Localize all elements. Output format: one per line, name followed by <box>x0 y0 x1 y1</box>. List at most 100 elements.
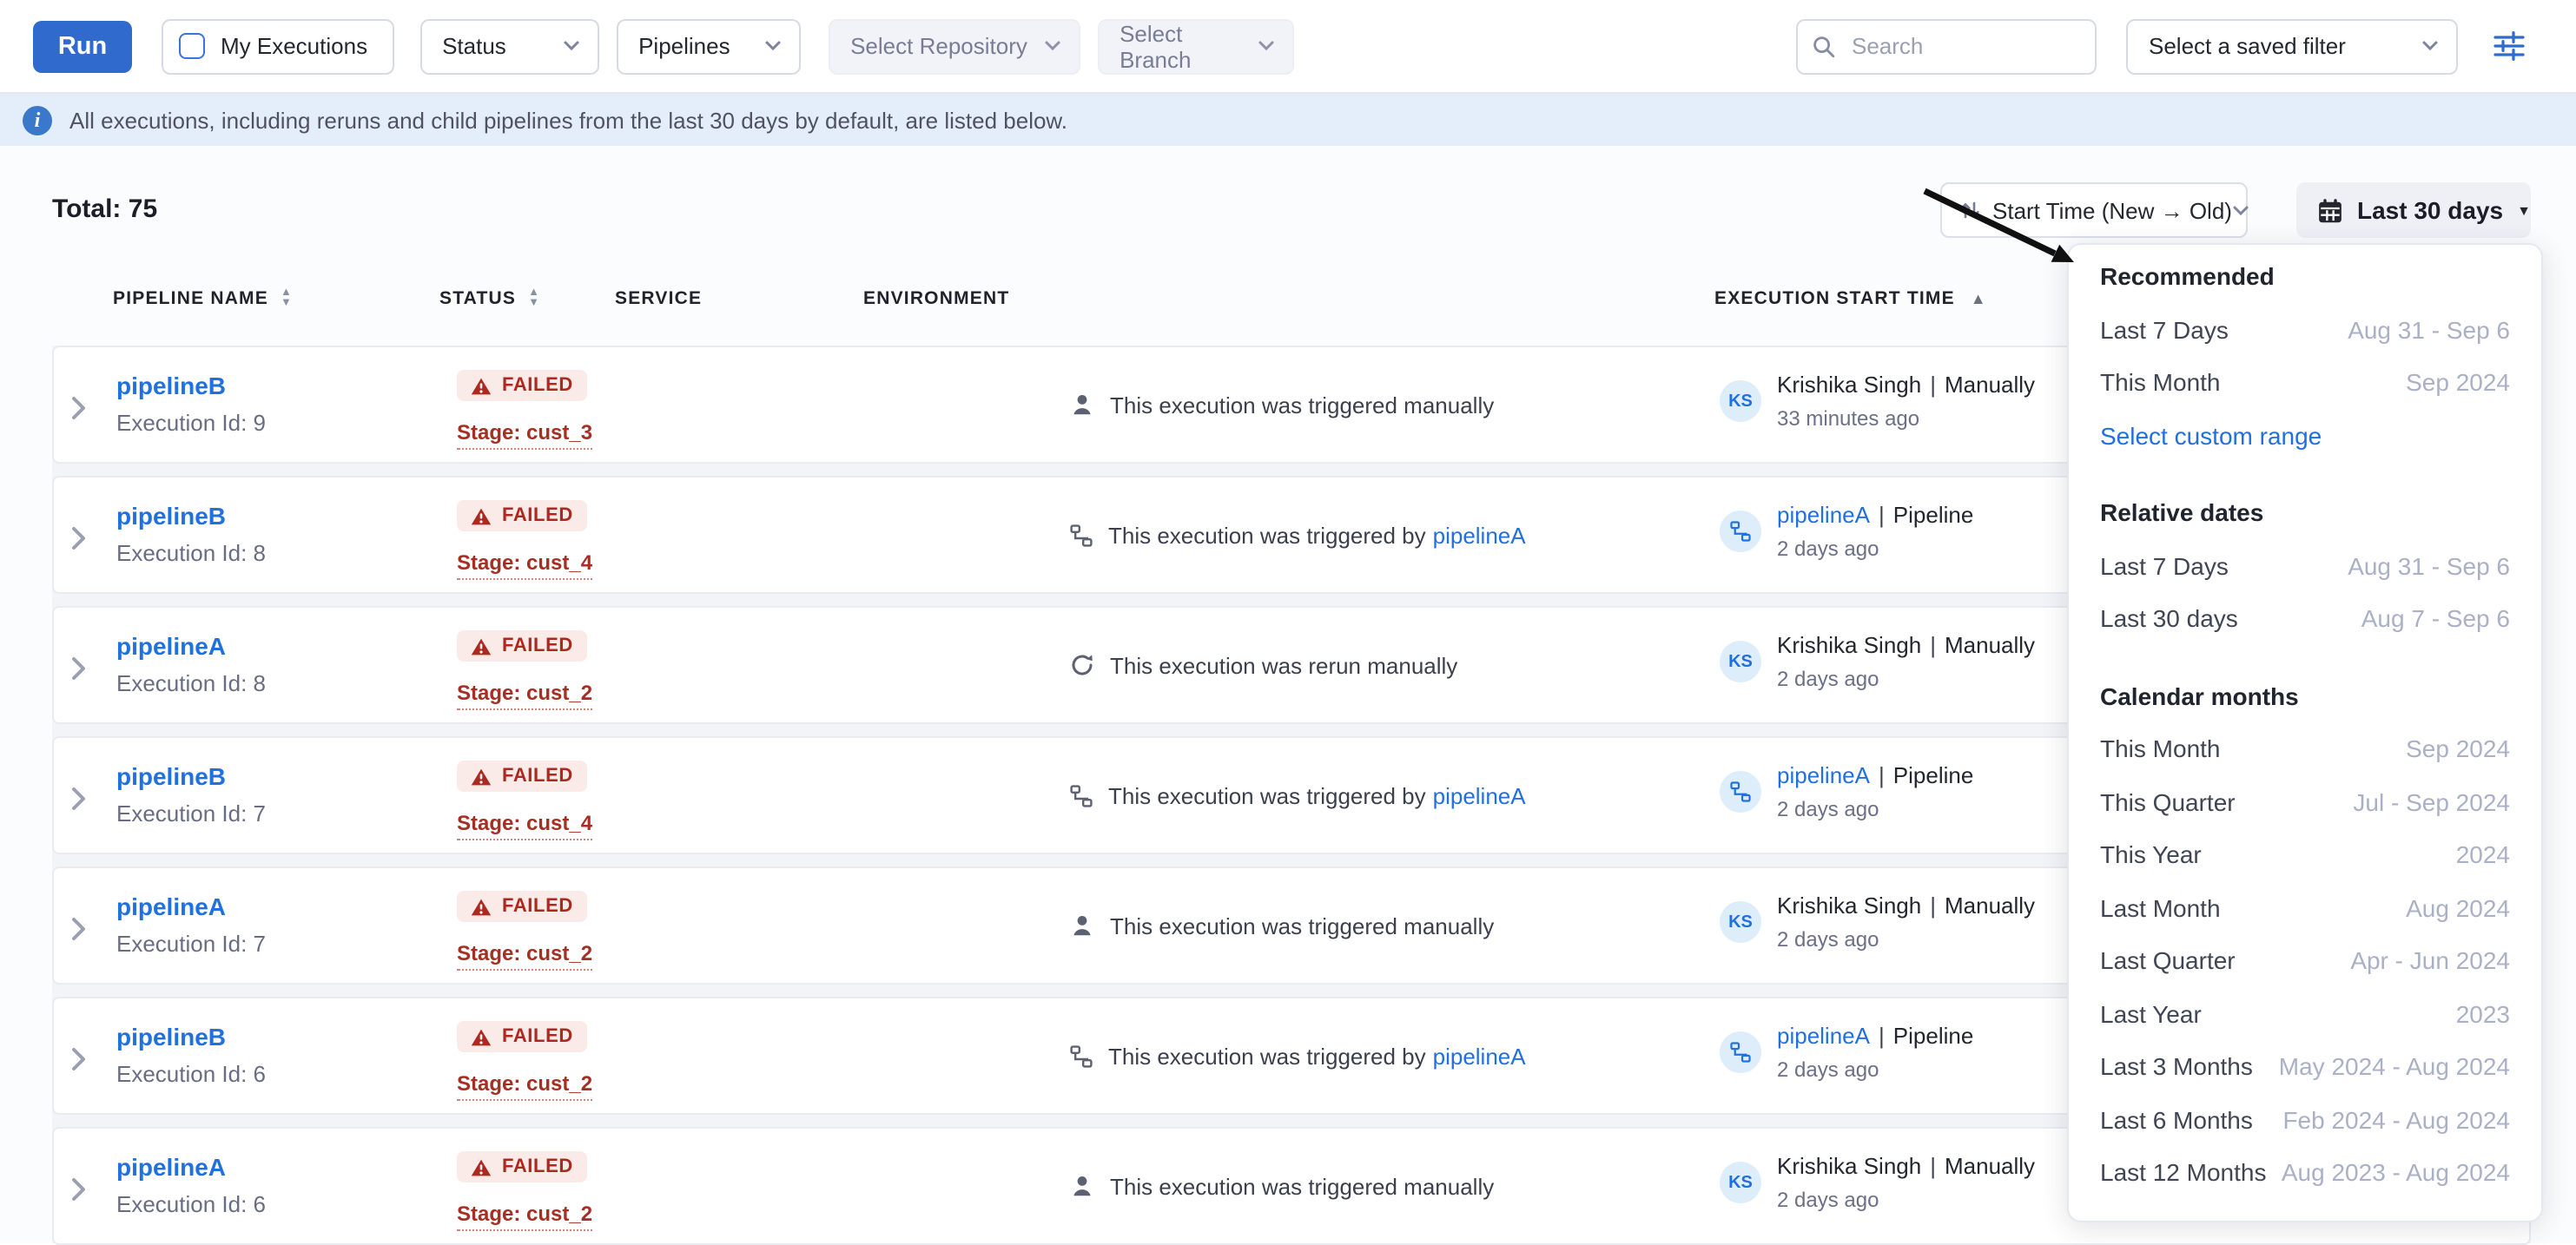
starter-info: KSKrishika Singh|Manually2 days ago <box>1720 889 2035 955</box>
trigger-type: Pipeline <box>1893 502 1974 528</box>
date-menu-section-title: Recommended <box>2100 250 2510 303</box>
starter-info: pipelineA|Pipeline2 days ago <box>1720 498 1973 564</box>
info-icon: i <box>23 105 52 135</box>
trigger-info: This execution was triggered bypipelineA <box>1070 998 1526 1113</box>
separator: | <box>1879 762 1885 788</box>
failed-stage-link[interactable]: Stage: cust_2 <box>457 1070 592 1100</box>
pipeline-name-link[interactable]: pipelineB <box>116 498 266 533</box>
date-range-option[interactable]: Last 12 MonthsAug 2023 - Aug 2024 <box>2100 1146 2510 1199</box>
date-option-range: Jul - Sep 2024 <box>2353 788 2510 816</box>
failed-stage-link[interactable]: Stage: cust_4 <box>457 550 592 579</box>
date-range-option[interactable]: Last 7 DaysAug 31 - Sep 6 <box>2100 303 2510 356</box>
date-range-option[interactable]: This Year2024 <box>2100 828 2510 881</box>
date-range-option[interactable]: Last MonthAug 2024 <box>2100 881 2510 934</box>
date-option-label: This Month <box>2100 735 2221 763</box>
my-executions-toggle[interactable]: My Executions <box>162 18 393 74</box>
sort-asc-icon: ▲ <box>1971 291 1987 306</box>
status-filter-dropdown[interactable]: Status <box>419 18 598 74</box>
failed-stage-link[interactable]: Stage: cust_2 <box>457 1201 592 1230</box>
expand-chevron-icon[interactable] <box>71 917 87 941</box>
select-branch-dropdown[interactable]: Select Branch <box>1097 18 1293 74</box>
pipeline-name-link[interactable]: pipelineB <box>116 759 266 794</box>
date-option-range: Aug 2023 - Aug 2024 <box>2282 1159 2510 1187</box>
date-range-option[interactable]: Last QuarterApr - Jun 2024 <box>2100 934 2510 987</box>
expand-chevron-icon[interactable] <box>71 1177 87 1202</box>
starter-pipeline-link[interactable]: pipelineA <box>1777 1023 1870 1049</box>
saved-filter-dropdown[interactable]: Select a saved filter <box>2126 18 2458 74</box>
pipeline-icon <box>1070 524 1093 546</box>
expand-chevron-icon[interactable] <box>71 396 87 420</box>
col-execution-start-time[interactable]: EXECUTION START TIME▲ <box>1714 288 1987 309</box>
pipeline-name-link[interactable]: pipelineA <box>116 629 266 663</box>
pipeline-name-link[interactable]: pipelineB <box>116 1019 266 1054</box>
date-menu-section-title: Calendar months <box>2100 669 2510 722</box>
search-box[interactable] <box>1796 18 2097 74</box>
date-option-range: Apr - Jun 2024 <box>2350 947 2510 975</box>
date-range-option[interactable]: This Quarter Jul - Sep 2024 <box>2100 775 2510 828</box>
date-range-button[interactable]: Last 30 days ▼ <box>2296 182 2531 238</box>
expand-chevron-icon[interactable] <box>71 656 87 681</box>
pipeline-avatar-icon <box>1720 1031 1761 1073</box>
date-option-label: Last Year <box>2100 1000 2202 1028</box>
trigger-pipeline-link[interactable]: pipelineA <box>1433 522 1526 548</box>
my-executions-checkbox[interactable] <box>179 33 205 59</box>
status-badge: FAILED <box>457 630 587 662</box>
date-range-option[interactable]: This MonthSep 2024 <box>2100 356 2510 409</box>
chevron-down-icon <box>562 40 579 52</box>
date-range-option[interactable]: Last 30 daysAug 7 - Sep 6 <box>2100 592 2510 645</box>
date-range-option[interactable]: Last Year2023 <box>2100 987 2510 1040</box>
sort-icon <box>1959 200 1980 221</box>
date-range-option[interactable]: Last 7 DaysAug 31 - Sep 6 <box>2100 539 2510 592</box>
col-status[interactable]: STATUS▲▼ <box>439 288 540 309</box>
pipeline-name-link[interactable]: pipelineA <box>116 889 266 924</box>
trigger-pipeline-link[interactable]: pipelineA <box>1433 782 1526 808</box>
sort-both-icon: ▲▼ <box>281 288 293 309</box>
date-range-option[interactable]: Last 3 MonthsMay 2024 - Aug 2024 <box>2100 1040 2510 1093</box>
select-custom-range-link[interactable]: Select custom range <box>2100 409 2510 462</box>
failed-stage-link[interactable]: Stage: cust_2 <box>457 680 592 709</box>
failed-stage-link[interactable]: Stage: cust_3 <box>457 419 592 449</box>
sort-order-label: Start Time (New → Old) <box>1992 197 2232 223</box>
chevron-down-icon <box>1257 40 1274 52</box>
date-option-label: Last 7 Days <box>2100 316 2229 344</box>
pipeline-name-link[interactable]: pipelineA <box>116 1149 266 1184</box>
status-badge: FAILED <box>457 500 587 531</box>
filter-settings-button[interactable] <box>2486 23 2531 69</box>
date-range-option[interactable]: This MonthSep 2024 <box>2100 722 2510 775</box>
date-menu-section: Relative datesLast 7 DaysAug 31 - Sep 6L… <box>2100 486 2510 645</box>
chevron-down-icon <box>1043 40 1060 52</box>
sort-order-dropdown[interactable]: Start Time (New → Old) <box>1940 182 2248 238</box>
date-option-label: This Month <box>2100 369 2221 397</box>
expand-chevron-icon[interactable] <box>71 1047 87 1071</box>
trigger-text: This execution was triggered manually <box>1110 912 1494 939</box>
trigger-text: This execution was triggered manually <box>1110 392 1494 418</box>
separator: | <box>1930 1153 1936 1179</box>
start-time-relative: 2 days ago <box>1777 1054 1973 1085</box>
user-avatar: KS <box>1720 380 1761 422</box>
execution-id: Execution Id: 7 <box>116 797 266 832</box>
warning-icon <box>471 506 492 525</box>
run-button[interactable]: Run <box>33 20 132 72</box>
pipeline-name-link[interactable]: pipelineB <box>116 368 266 403</box>
date-option-label: This Quarter <box>2100 788 2236 816</box>
sort-both-icon: ▲▼ <box>528 288 540 309</box>
starter-pipeline-link[interactable]: pipelineA <box>1777 502 1870 528</box>
select-repository-dropdown[interactable]: Select Repository <box>828 18 1080 74</box>
total-count: Total: 75 <box>52 194 157 224</box>
warning-icon <box>471 636 492 655</box>
trigger-pipeline-link[interactable]: pipelineA <box>1433 1043 1526 1069</box>
date-option-label: Last 7 Days <box>2100 552 2229 580</box>
failed-stage-link[interactable]: Stage: cust_2 <box>457 940 592 970</box>
starter-pipeline-link[interactable]: pipelineA <box>1777 762 1870 788</box>
expand-chevron-icon[interactable] <box>71 526 87 550</box>
expand-chevron-icon[interactable] <box>71 787 87 811</box>
search-input[interactable] <box>1848 31 2081 61</box>
starter-name: Krishika Singh <box>1777 372 1921 398</box>
failed-stage-link[interactable]: Stage: cust_4 <box>457 810 592 840</box>
pipelines-filter-label: Pipelines <box>638 33 730 59</box>
start-time-relative: 2 days ago <box>1777 1184 2035 1215</box>
status-badge: FAILED <box>457 891 587 922</box>
date-range-option[interactable]: Last 6 MonthsFeb 2024 - Aug 2024 <box>2100 1093 2510 1146</box>
col-pipeline-name[interactable]: PIPELINE NAME▲▼ <box>113 288 293 309</box>
pipelines-filter-dropdown[interactable]: Pipelines <box>616 18 800 74</box>
